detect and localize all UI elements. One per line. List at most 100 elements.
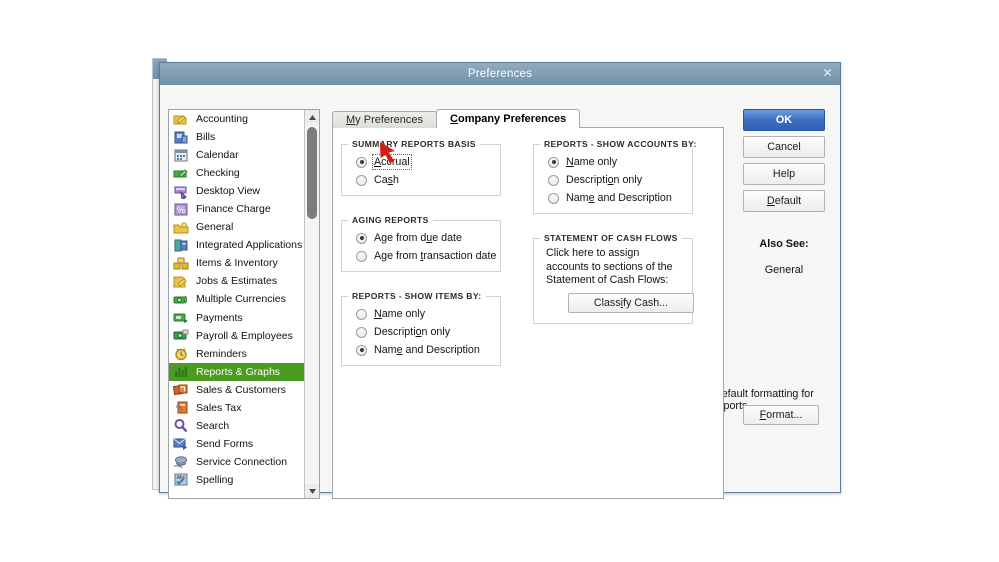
classify-cash-label: Classify Cash... <box>593 297 669 309</box>
radio-button[interactable] <box>548 192 559 204</box>
radio-option[interactable]: Description only <box>548 171 692 189</box>
sidebar-item-label: Jobs & Estimates <box>196 275 278 288</box>
sidebar-item-calendar[interactable]: Calendar <box>169 146 319 164</box>
preferences-category-list[interactable]: Accounting Bills Calendar Checking Desktop V… <box>168 109 320 499</box>
scroll-up-arrow-icon[interactable] <box>305 110 319 124</box>
sidebar-item-search[interactable]: Search <box>169 417 319 435</box>
sidebar-item-general[interactable]: General <box>169 218 319 236</box>
radio-button[interactable] <box>548 156 559 168</box>
tab-label: My Preferences <box>346 114 424 126</box>
radio-option-label: Name and Description <box>374 344 480 356</box>
sidebar-item-service-connection[interactable]: Service Connection <box>169 453 319 471</box>
radio-button[interactable] <box>356 326 367 338</box>
sidebar-item-label: Sales & Customers <box>196 383 286 396</box>
reports-show-items-by-group: REPORTS - SHOW ITEMS BY: Name only Descri… <box>341 291 501 366</box>
svg-text:Abc: Abc <box>177 475 186 481</box>
radio-option[interactable]: Name only <box>548 153 692 171</box>
sidebar-item-label: Payments <box>196 311 243 324</box>
aging-reports-options: Age from due date Age from transaction da… <box>342 221 500 265</box>
sidebar-item-integrated-applications[interactable]: Integrated Applications <box>169 236 319 254</box>
send-forms-icon <box>173 436 189 451</box>
multiple-currencies-icon <box>173 292 189 307</box>
sidebar-items-container: Accounting Bills Calendar Checking Desktop V… <box>169 110 319 489</box>
aging-reports-legend: AGING REPORTS <box>348 215 433 225</box>
radio-option[interactable]: Cash <box>356 171 500 189</box>
dialog-titlebar: Preferences ✕ <box>160 63 840 85</box>
radio-button[interactable] <box>356 156 367 168</box>
payroll-employees-icon <box>173 328 189 343</box>
sidebar-item-bills[interactable]: Bills <box>169 128 319 146</box>
reports-show-accounts-by-options: Name only Description only Name and Descri… <box>534 145 692 207</box>
sidebar-item-finance-charge[interactable]: % Finance Charge <box>169 200 319 218</box>
sidebar-item-jobs-estimates[interactable]: Jobs & Estimates <box>169 272 319 290</box>
sidebar-item-multiple-currencies[interactable]: Multiple Currencies <box>169 290 319 308</box>
ok-button-label: OK <box>775 114 793 126</box>
sidebar-item-reminders[interactable]: Reminders <box>169 345 319 363</box>
sidebar-item-items-inventory[interactable]: Items & Inventory <box>169 254 319 272</box>
sidebar-item-payroll-employees[interactable]: Payroll & Employees <box>169 327 319 345</box>
statement-of-cash-flows-legend: STATEMENT OF CASH FLOWS <box>540 233 682 243</box>
radio-option-label: Age from transaction date <box>374 250 497 262</box>
radio-option[interactable]: Age from transaction date <box>356 247 500 265</box>
items-inventory-icon <box>173 256 189 271</box>
sidebar-item-label: Finance Charge <box>196 203 271 216</box>
tab-label: Company Preferences <box>450 113 567 125</box>
sidebar-item-label: General <box>196 221 234 234</box>
radio-button[interactable] <box>548 174 559 186</box>
sales-tax-icon: % <box>173 400 189 415</box>
also-see-general-link[interactable]: General <box>734 264 834 276</box>
radio-button[interactable] <box>356 174 367 186</box>
radio-button[interactable] <box>356 250 367 262</box>
radio-option[interactable]: Description only <box>356 323 500 341</box>
sidebar-item-desktop-view[interactable]: Desktop View <box>169 182 319 200</box>
radio-option[interactable]: Name only <box>356 305 500 323</box>
dialog-body: Accounting Bills Calendar Checking Desktop V… <box>160 85 840 499</box>
also-see-title: Also See: <box>759 238 809 250</box>
company-preferences-panel: SUMMARY REPORTS BASIS Accrual Cash AGING … <box>332 127 724 499</box>
radio-button[interactable] <box>356 344 367 356</box>
help-button[interactable]: Help <box>743 163 825 185</box>
sidebar-scrollbar[interactable] <box>304 110 319 498</box>
sidebar-item-send-forms[interactable]: Send Forms <box>169 435 319 453</box>
radio-option[interactable]: Age from due date <box>356 229 500 247</box>
sales-customers-icon <box>173 382 189 397</box>
scrollbar-thumb[interactable] <box>307 127 317 219</box>
dialog-action-buttons: OK Cancel Help Default Also See: General <box>734 109 834 276</box>
sidebar-item-reports-graphs[interactable]: Reports & Graphs <box>169 362 319 381</box>
sidebar-item-label: Reports & Graphs <box>196 365 281 378</box>
summary-reports-basis-options: Accrual Cash <box>342 145 500 189</box>
tab-my-preferences[interactable]: My Preferences <box>332 111 438 128</box>
sidebar-item-sales-customers[interactable]: Sales & Customers <box>169 381 319 399</box>
summary-reports-basis-group: SUMMARY REPORTS BASIS Accrual Cash <box>341 139 501 196</box>
radio-option[interactable]: Accrual <box>356 153 500 171</box>
scroll-down-arrow-icon[interactable] <box>305 484 319 498</box>
sidebar-item-label: Multiple Currencies <box>196 293 286 306</box>
checking-icon <box>173 166 189 181</box>
close-icon[interactable]: ✕ <box>820 66 835 81</box>
desktop-view-icon <box>173 184 189 199</box>
classify-cash-button[interactable]: Classify Cash... <box>568 293 694 313</box>
sidebar-item-checking[interactable]: Checking <box>169 164 319 182</box>
sidebar-item-accounting[interactable]: Accounting <box>169 110 319 128</box>
cancel-button[interactable]: Cancel <box>743 136 825 158</box>
statement-of-cash-flows-text: Click here to assign accounts to section… <box>546 247 673 286</box>
preferences-tabs: My Preferences Company Preferences <box>332 109 724 128</box>
format-button[interactable]: Format... <box>743 405 819 425</box>
sidebar-item-label: Send Forms <box>196 437 254 450</box>
sidebar-item-label: Reminders <box>196 347 247 360</box>
radio-option[interactable]: Name and Description <box>356 341 500 359</box>
ok-button[interactable]: OK <box>743 109 825 131</box>
sidebar-item-label: Payroll & Employees <box>196 329 293 342</box>
radio-button[interactable] <box>356 232 367 244</box>
sidebar-item-payments[interactable]: Payments <box>169 309 319 327</box>
sidebar-item-spelling[interactable]: Abc Spelling <box>169 471 319 489</box>
sidebar-item-label: Calendar <box>196 149 239 162</box>
sidebar-item-label: Items & Inventory <box>196 257 278 270</box>
tab-company-preferences[interactable]: Company Preferences <box>436 109 581 128</box>
radio-button[interactable] <box>356 308 367 320</box>
reports-show-items-by-legend: REPORTS - SHOW ITEMS BY: <box>348 291 486 301</box>
sidebar-item-sales-tax[interactable]: % Sales Tax <box>169 399 319 417</box>
default-button[interactable]: Default <box>743 190 825 212</box>
general-icon <box>173 220 189 235</box>
radio-option[interactable]: Name and Description <box>548 189 692 207</box>
